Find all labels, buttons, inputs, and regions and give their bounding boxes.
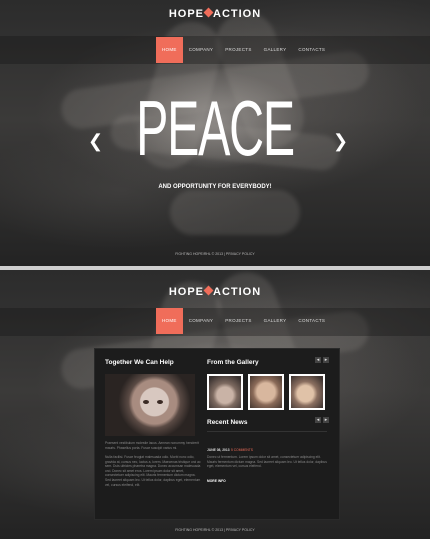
news-date: JUNE 08, 2013	[207, 448, 230, 452]
menu-item-gallery[interactable]: GALLERY	[258, 308, 293, 334]
footer-text: FIGHTING HOPE/RHL © 2013 | PRIVACY POLIC…	[175, 528, 255, 532]
menu-item-projects[interactable]: PROJECTS	[219, 308, 257, 334]
menu-item-company[interactable]: COMPANY	[183, 37, 220, 63]
content-box: Together We Can Help Praesent vestibulum…	[94, 348, 340, 520]
news-nav: ◂ ▸	[315, 417, 329, 423]
child-photo	[105, 374, 195, 436]
hero-screen: HOPE ACTION HOME COMPANY PROJECTS GALLERY…	[0, 0, 430, 266]
menu-item-contacts[interactable]: CONTACTS	[292, 37, 331, 63]
news-divider	[207, 431, 327, 432]
hero-subtitle: AND OPPORTUNITY FOR EVERYBODY!	[158, 184, 272, 190]
site-logo[interactable]: HOPE ACTION	[0, 7, 430, 20]
logo-diamond-icon	[203, 7, 214, 18]
help-paragraph-2: Nulla facilisi. Fusce feugiat malesuada …	[105, 455, 201, 487]
site-logo[interactable]: HOPE ACTION	[0, 285, 430, 298]
photo-detail	[157, 400, 163, 404]
menu-item-home[interactable]: HOME	[156, 308, 183, 334]
news-prev-icon[interactable]: ◂	[315, 417, 321, 423]
menu-item-company[interactable]: COMPANY	[183, 308, 220, 334]
gallery-next-icon[interactable]: ▸	[323, 357, 329, 363]
content-screen: HOPE ACTION HOME COMPANY PROJECTS GALLERY…	[0, 270, 430, 539]
footer-text: FIGHTING HOPE/RHL © 2013 | PRIVACY POLIC…	[175, 252, 255, 256]
menu-item-projects[interactable]: PROJECTS	[219, 37, 257, 63]
gallery-thumb-hands[interactable]	[207, 374, 243, 410]
help-paragraph-1: Praesent vestibulum molestie lacus. Aene…	[105, 441, 200, 450]
menu-item-home[interactable]: HOME	[156, 37, 183, 63]
gallery-title: From the Gallery	[207, 359, 259, 366]
photo-detail	[143, 400, 149, 404]
main-menu: HOME COMPANY PROJECTS GALLERY CONTACTS	[156, 308, 331, 334]
gallery-thumb-child[interactable]	[248, 374, 284, 410]
hero-title: PEACE	[136, 84, 295, 172]
gallery-thumb-girl[interactable]	[289, 374, 325, 410]
news-comments-link[interactable]: 5 COMMENTS	[231, 448, 253, 452]
help-title: Together We Can Help	[105, 359, 174, 366]
news-next-icon[interactable]: ▸	[323, 417, 329, 423]
menu-item-gallery[interactable]: GALLERY	[258, 37, 293, 63]
more-info-link[interactable]: MORE INFO	[207, 479, 226, 483]
menu-item-contacts[interactable]: CONTACTS	[292, 308, 331, 334]
news-title: Recent News	[207, 419, 248, 426]
logo-diamond-icon	[203, 285, 214, 296]
news-text: Donec ut fermentum. Lorem ipsum dolor si…	[207, 455, 327, 469]
main-menu: HOME COMPANY PROJECTS GALLERY CONTACTS	[156, 37, 331, 63]
gallery-prev-icon[interactable]: ◂	[315, 357, 321, 363]
gallery-nav: ◂ ▸	[315, 357, 329, 363]
